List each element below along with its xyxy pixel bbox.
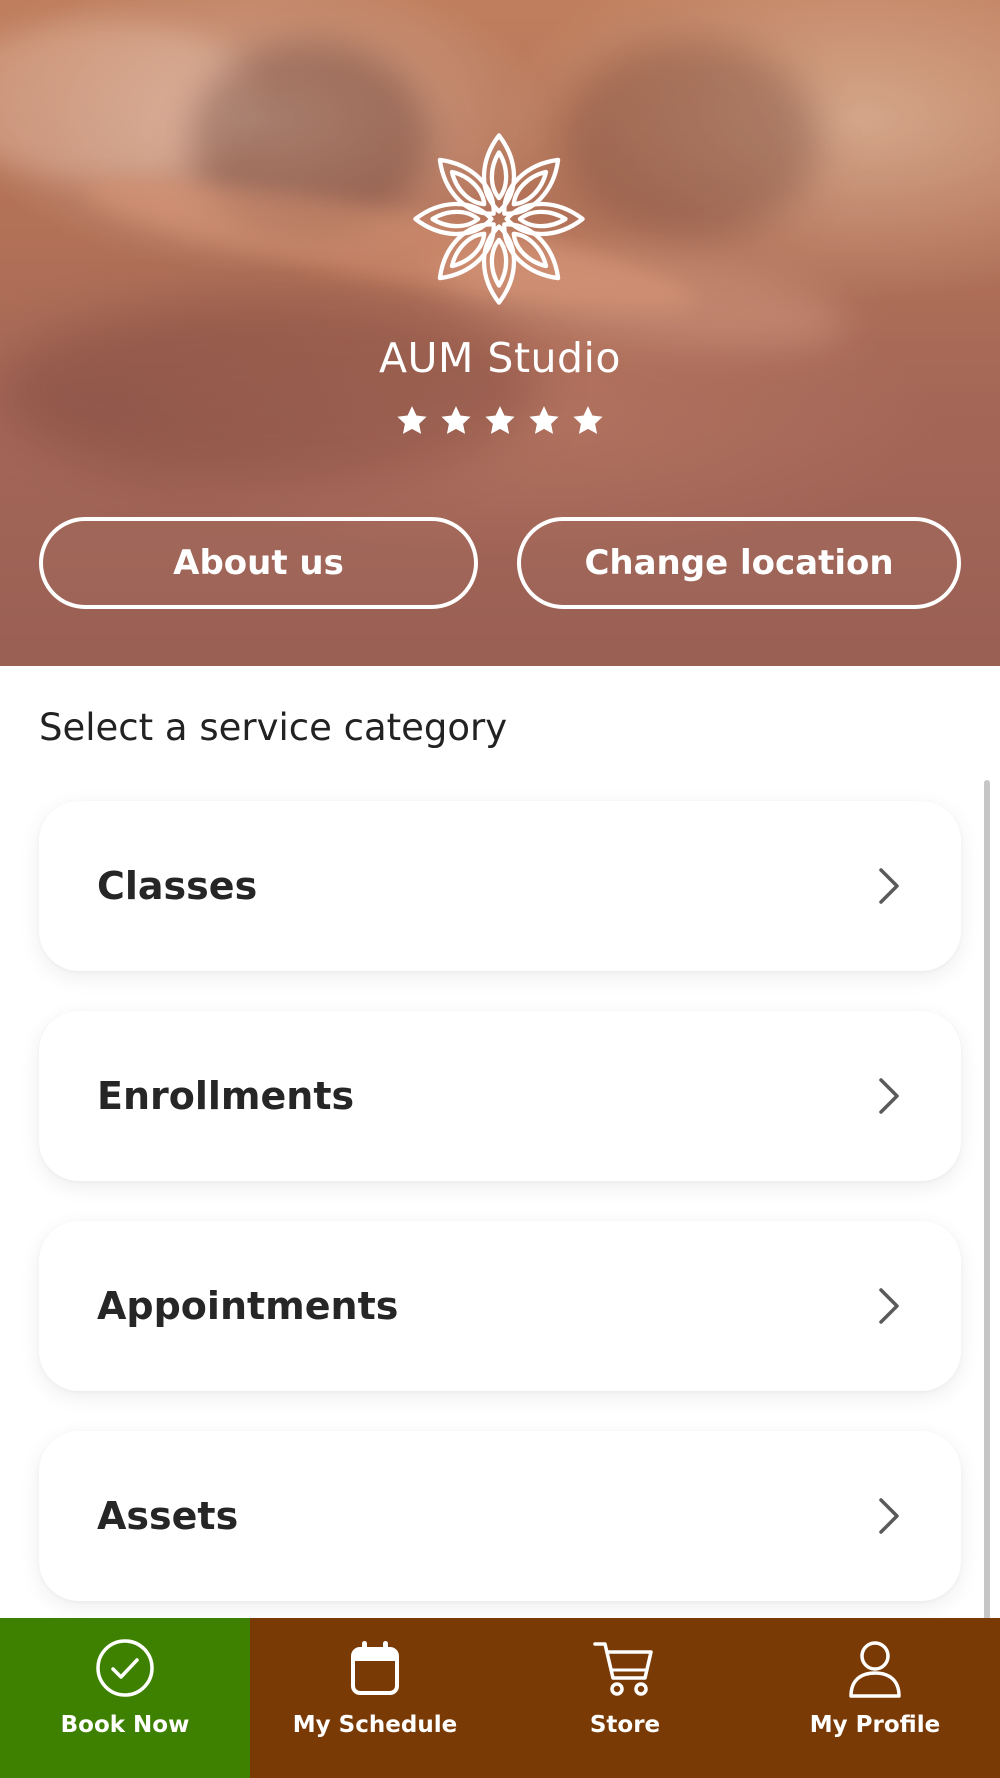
category-assets[interactable]: Assets: [39, 1431, 961, 1601]
star-icon: [529, 406, 559, 434]
nav-label: My Profile: [809, 1712, 941, 1738]
scrollbar[interactable]: [984, 780, 990, 1620]
nav-book-now[interactable]: Book Now: [0, 1618, 250, 1778]
star-icon: [573, 406, 603, 434]
section-title: Select a service category: [39, 706, 508, 749]
nav-store[interactable]: Store: [500, 1618, 750, 1778]
user-icon: [849, 1641, 901, 1698]
category-appointments[interactable]: Appointments: [39, 1221, 961, 1391]
calendar-icon: [351, 1641, 399, 1695]
hero-banner: AUM Studio About us Change location: [0, 0, 1000, 666]
check-circle-icon: [96, 1639, 154, 1697]
chevron-right-icon: [879, 868, 899, 904]
bottom-navigation: Book Now My Schedule Store My Profile: [0, 1618, 1000, 1778]
category-label: Classes: [97, 864, 258, 908]
chevron-right-icon: [879, 1078, 899, 1114]
star-icon: [397, 406, 427, 434]
star-rating: [0, 404, 1000, 438]
studio-name: AUM Studio: [378, 334, 622, 382]
category-enrollments[interactable]: Enrollments: [39, 1011, 961, 1181]
nav-label: Book Now: [60, 1712, 190, 1738]
chevron-right-icon: [879, 1498, 899, 1534]
category-label: Assets: [97, 1494, 239, 1538]
chevron-right-icon: [879, 1288, 899, 1324]
cart-icon: [593, 1642, 653, 1696]
category-label: Enrollments: [97, 1074, 355, 1118]
lotus-logo-icon: [404, 133, 594, 314]
category-label: Appointments: [97, 1284, 399, 1328]
nav-my-schedule[interactable]: My Schedule: [250, 1618, 500, 1778]
nav-label: Store: [589, 1712, 661, 1738]
change-location-button[interactable]: Change location: [517, 517, 961, 609]
star-icon: [441, 406, 471, 434]
nav-my-profile[interactable]: My Profile: [750, 1618, 1000, 1778]
about-us-button[interactable]: About us: [39, 517, 478, 609]
star-icon: [485, 406, 515, 434]
nav-label: My Schedule: [292, 1712, 458, 1738]
category-classes[interactable]: Classes: [39, 801, 961, 971]
